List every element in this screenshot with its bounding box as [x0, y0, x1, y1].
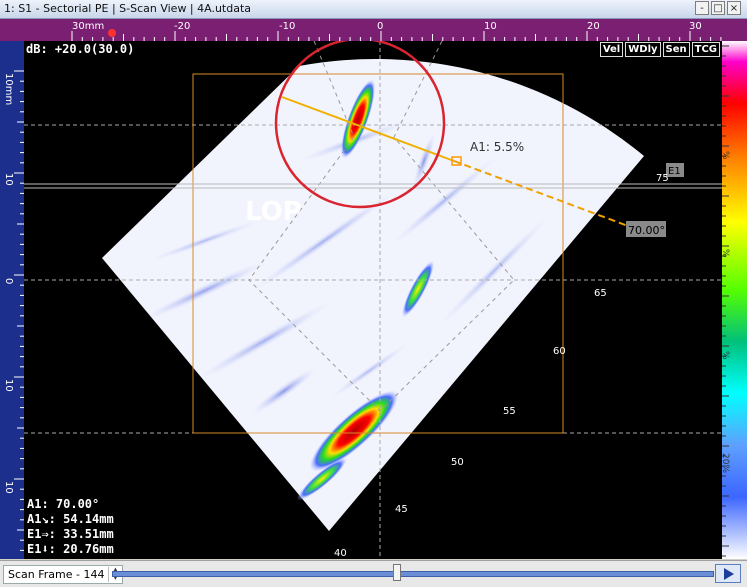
- hruler-label: 0: [377, 21, 383, 32]
- horizontal-ruler-ticks: 30mm -20 -10 0 10 20 30: [71, 21, 722, 41]
- window-titlebar: 1: S1 - Sectorial PE | S-Scan View | 4A.…: [0, 0, 747, 19]
- e1-box-label: E1: [668, 166, 681, 177]
- vruler-label: 10: [3, 481, 14, 494]
- cursor-amplitude-label: A1: 5.5%: [470, 140, 524, 154]
- velocity-toggle[interactable]: Vel: [599, 42, 624, 57]
- hruler-label: 20: [587, 21, 600, 32]
- vertical-ruler-ticks: 10mm 10 0 10 10: [3, 70, 24, 551]
- palette-label: %: [720, 151, 730, 160]
- view-toggles: Vel WDly Sen TCG: [599, 42, 720, 57]
- tcg-toggle[interactable]: TCG: [691, 42, 720, 57]
- vertical-ruler[interactable]: 10mm 10 0 10 10: [0, 41, 24, 559]
- play-button[interactable]: [715, 564, 741, 583]
- horizontal-ruler[interactable]: 30mm -20 -10 0 10 20 30: [24, 19, 722, 41]
- scan-frame-slider[interactable]: [112, 571, 714, 577]
- vruler-label: 10: [3, 379, 14, 392]
- angle-tick: 65: [594, 288, 607, 299]
- angle-tick: 50: [451, 457, 464, 468]
- hruler-label: -20: [174, 21, 190, 32]
- scan-frame-slider-thumb[interactable]: [393, 564, 401, 581]
- angle-tick: 55: [503, 406, 516, 417]
- color-palette[interactable]: % % % 20%: [720, 41, 747, 559]
- palette-label: %: [720, 351, 730, 360]
- sscan-image: LOP A1: 5.5% 70.00° E1 75 65 60 55 50 45…: [24, 41, 722, 559]
- angle-box-label: 70.00°: [628, 224, 665, 237]
- ruler-cursor-marker[interactable]: [108, 29, 116, 37]
- sensitivity-toggle[interactable]: Sen: [662, 42, 690, 57]
- palette-header: [722, 19, 747, 41]
- hruler-label: -10: [279, 21, 295, 32]
- angle-tick: 40: [334, 548, 347, 559]
- maximize-button[interactable]: □: [711, 1, 725, 15]
- readout-angle: A1: 70.00°: [27, 497, 100, 511]
- hruler-label: 30: [689, 21, 702, 32]
- ruler-corner: [0, 19, 24, 41]
- readout-e1-surface: E1⇒: 33.51mm: [27, 527, 114, 541]
- window-title: 1: S1 - Sectorial PE | S-Scan View | 4A.…: [4, 2, 252, 15]
- close-button[interactable]: ×: [727, 1, 741, 15]
- gain-readout: dB: +20.0(30.0): [26, 42, 135, 56]
- angle-tick: 45: [395, 504, 408, 515]
- hruler-label: 10: [484, 21, 497, 32]
- vruler-label: 10mm: [3, 73, 14, 105]
- palette-ticks: [722, 45, 729, 557]
- lop-annotation: LOP: [245, 197, 302, 227]
- measurement-readouts: A1: 70.00° A1↘: 54.14mm E1⇒: 33.51mm E1⬇…: [27, 497, 114, 557]
- vruler-label: 0: [3, 278, 14, 284]
- angle-tick: 60: [553, 346, 566, 357]
- angle-tick: 75: [656, 173, 669, 184]
- minimize-button[interactable]: -: [695, 1, 709, 15]
- scan-frame-spinbox[interactable]: Scan Frame - 144 ▲ ▼: [3, 565, 124, 584]
- palette-label: %: [720, 249, 730, 258]
- hruler-label: 30mm: [72, 21, 104, 32]
- readout-e1-depth: E1⬇: 20.76mm: [27, 542, 114, 556]
- sscan-view[interactable]: LOP A1: 5.5% 70.00° E1 75 65 60 55 50 45…: [24, 41, 722, 559]
- readout-sound-path: A1↘: 54.14mm: [27, 512, 114, 526]
- scan-frame-label: Scan Frame - 144: [8, 568, 105, 581]
- scan-frame-bar: Scan Frame - 144 ▲ ▼: [0, 560, 747, 587]
- palette-label: 20%: [720, 453, 730, 474]
- vruler-label: 10: [3, 173, 14, 186]
- wedge-delay-toggle[interactable]: WDly: [625, 42, 661, 57]
